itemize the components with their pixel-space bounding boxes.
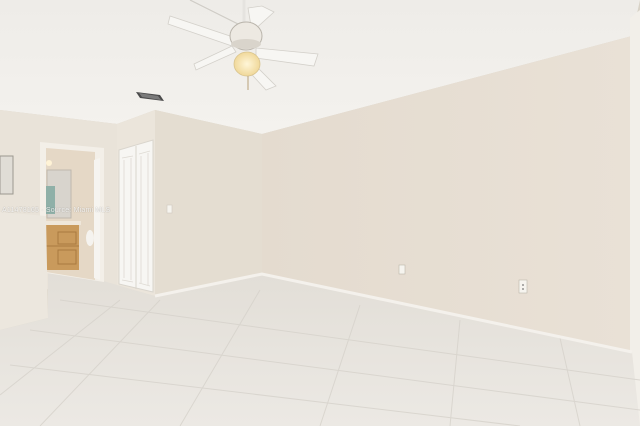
- fan-light: [233, 51, 261, 77]
- wall-outlet-near: [518, 279, 528, 294]
- bathroom-light: [46, 160, 52, 166]
- light-switch: [166, 204, 173, 214]
- bathroom-vanity: [46, 224, 79, 270]
- center-wall: [155, 110, 262, 296]
- room-photo: A11478165 · Source: Miami MLS: [0, 0, 640, 426]
- wall-outlet: [398, 264, 406, 275]
- partition-wall: [0, 212, 48, 330]
- bathroom-countertop: [45, 221, 81, 225]
- wall-picture: [0, 155, 14, 195]
- photo-watermark: A11478165 · Source: Miami MLS: [2, 207, 111, 214]
- toilet: [86, 230, 94, 246]
- bathroom-door: [94, 158, 100, 280]
